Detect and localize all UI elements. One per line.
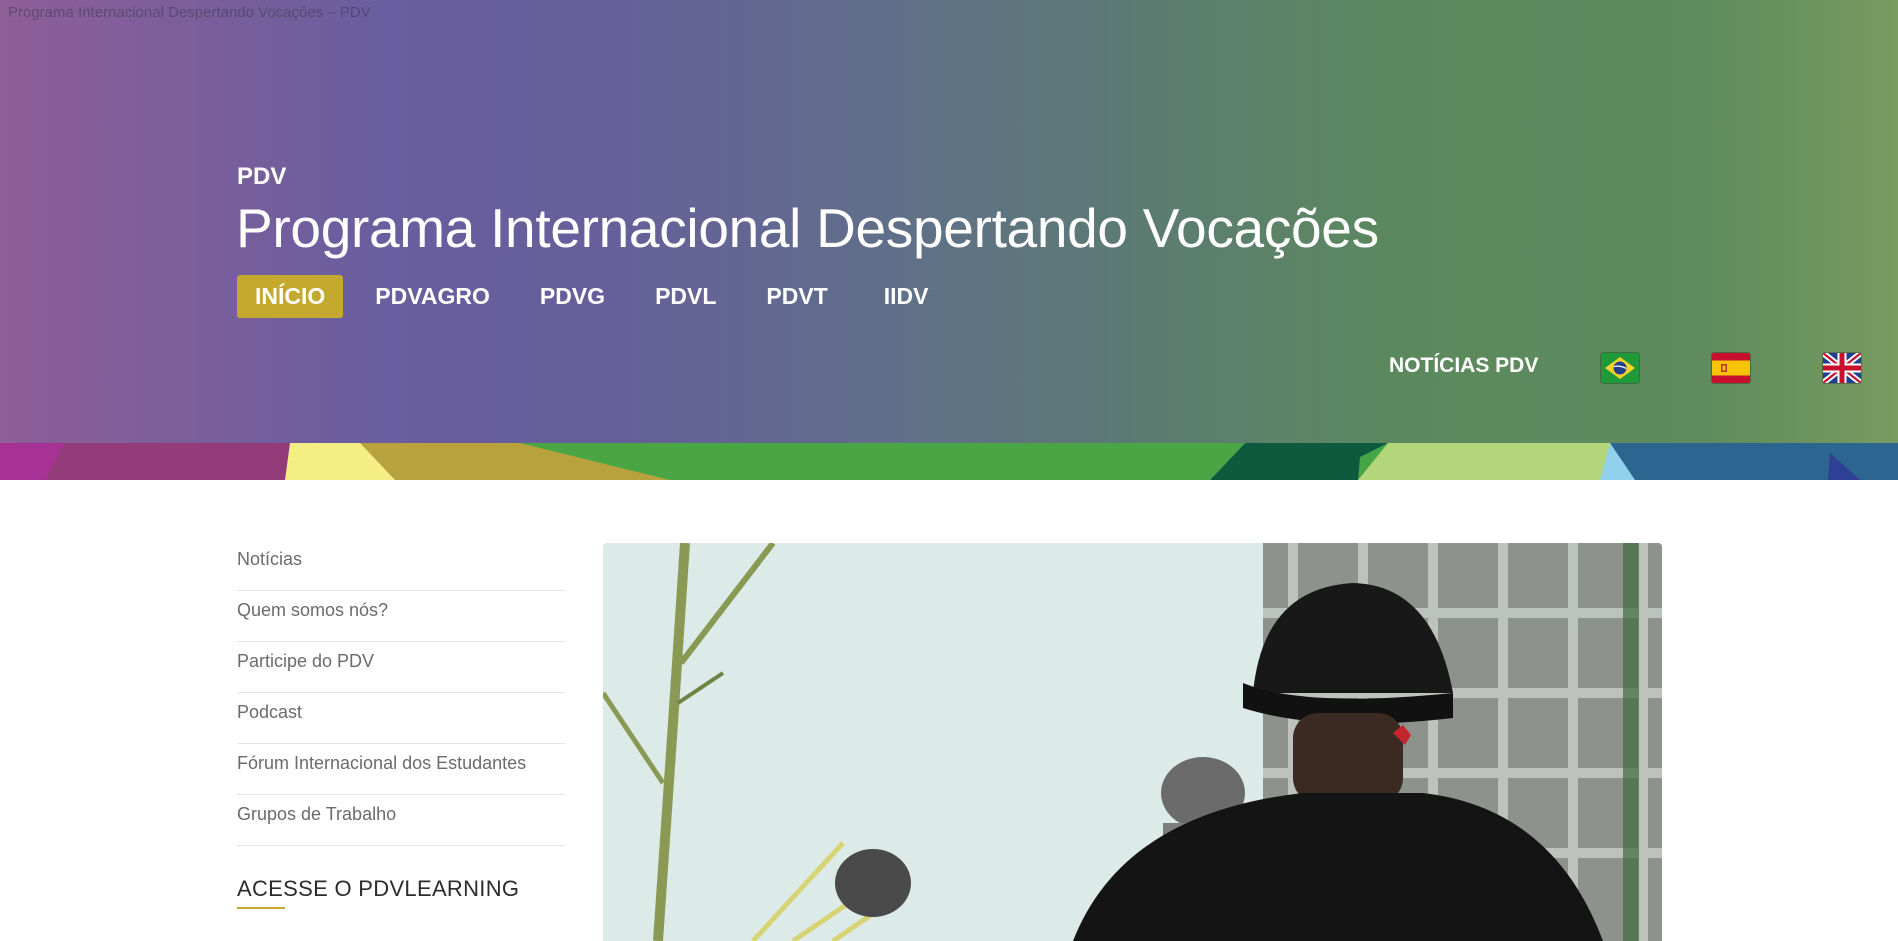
window-title: Programa Internacional Despertando Vocaç… <box>8 4 371 21</box>
hero-photo-illustration <box>603 543 1662 941</box>
nav-item-pdvt[interactable]: PDVT <box>766 275 827 318</box>
pdvlearning-heading: ACESSE O PDVLEARNING <box>237 876 520 901</box>
nav-item-pdvg[interactable]: PDVG <box>540 275 605 318</box>
site-kicker[interactable]: PDV <box>237 163 286 191</box>
sidebar-item-forum[interactable]: Fórum Internacional dos Estudantes <box>237 744 565 795</box>
nav-item-iidv[interactable]: IIDV <box>884 275 929 318</box>
sidebar-item-noticias[interactable]: Notícias <box>237 540 565 591</box>
sidebar-item-grupos[interactable]: Grupos de Trabalho <box>237 795 565 846</box>
nav-item-pdvl[interactable]: PDVL <box>655 275 716 318</box>
brazil-flag-icon[interactable] <box>1601 353 1639 383</box>
hero-image[interactable] <box>603 543 1662 941</box>
decorative-color-stripe <box>0 443 1898 480</box>
sidebar-menu: Notícias Quem somos nós? Participe do PD… <box>237 540 565 846</box>
heading-underline <box>237 907 285 909</box>
sidebar-item-quem-somos[interactable]: Quem somos nós? <box>237 591 565 642</box>
uk-flag-icon[interactable] <box>1823 353 1861 383</box>
sidebar-item-participe[interactable]: Participe do PDV <box>237 642 565 693</box>
nav-item-pdvagro[interactable]: PDVAGRO <box>375 275 490 318</box>
main-nav: INÍCIO PDVAGRO PDVG PDVL PDVT IIDV <box>237 275 928 318</box>
site-title[interactable]: Programa Internacional Despertando Vocaç… <box>236 196 1379 260</box>
spain-flag-icon[interactable] <box>1712 353 1750 383</box>
news-pdv-link[interactable]: NOTÍCIAS PDV <box>1389 354 1538 378</box>
site-header: Programa Internacional Despertando Vocaç… <box>0 0 1898 443</box>
sidebar-item-podcast[interactable]: Podcast <box>237 693 565 744</box>
nav-item-inicio[interactable]: INÍCIO <box>237 275 344 318</box>
